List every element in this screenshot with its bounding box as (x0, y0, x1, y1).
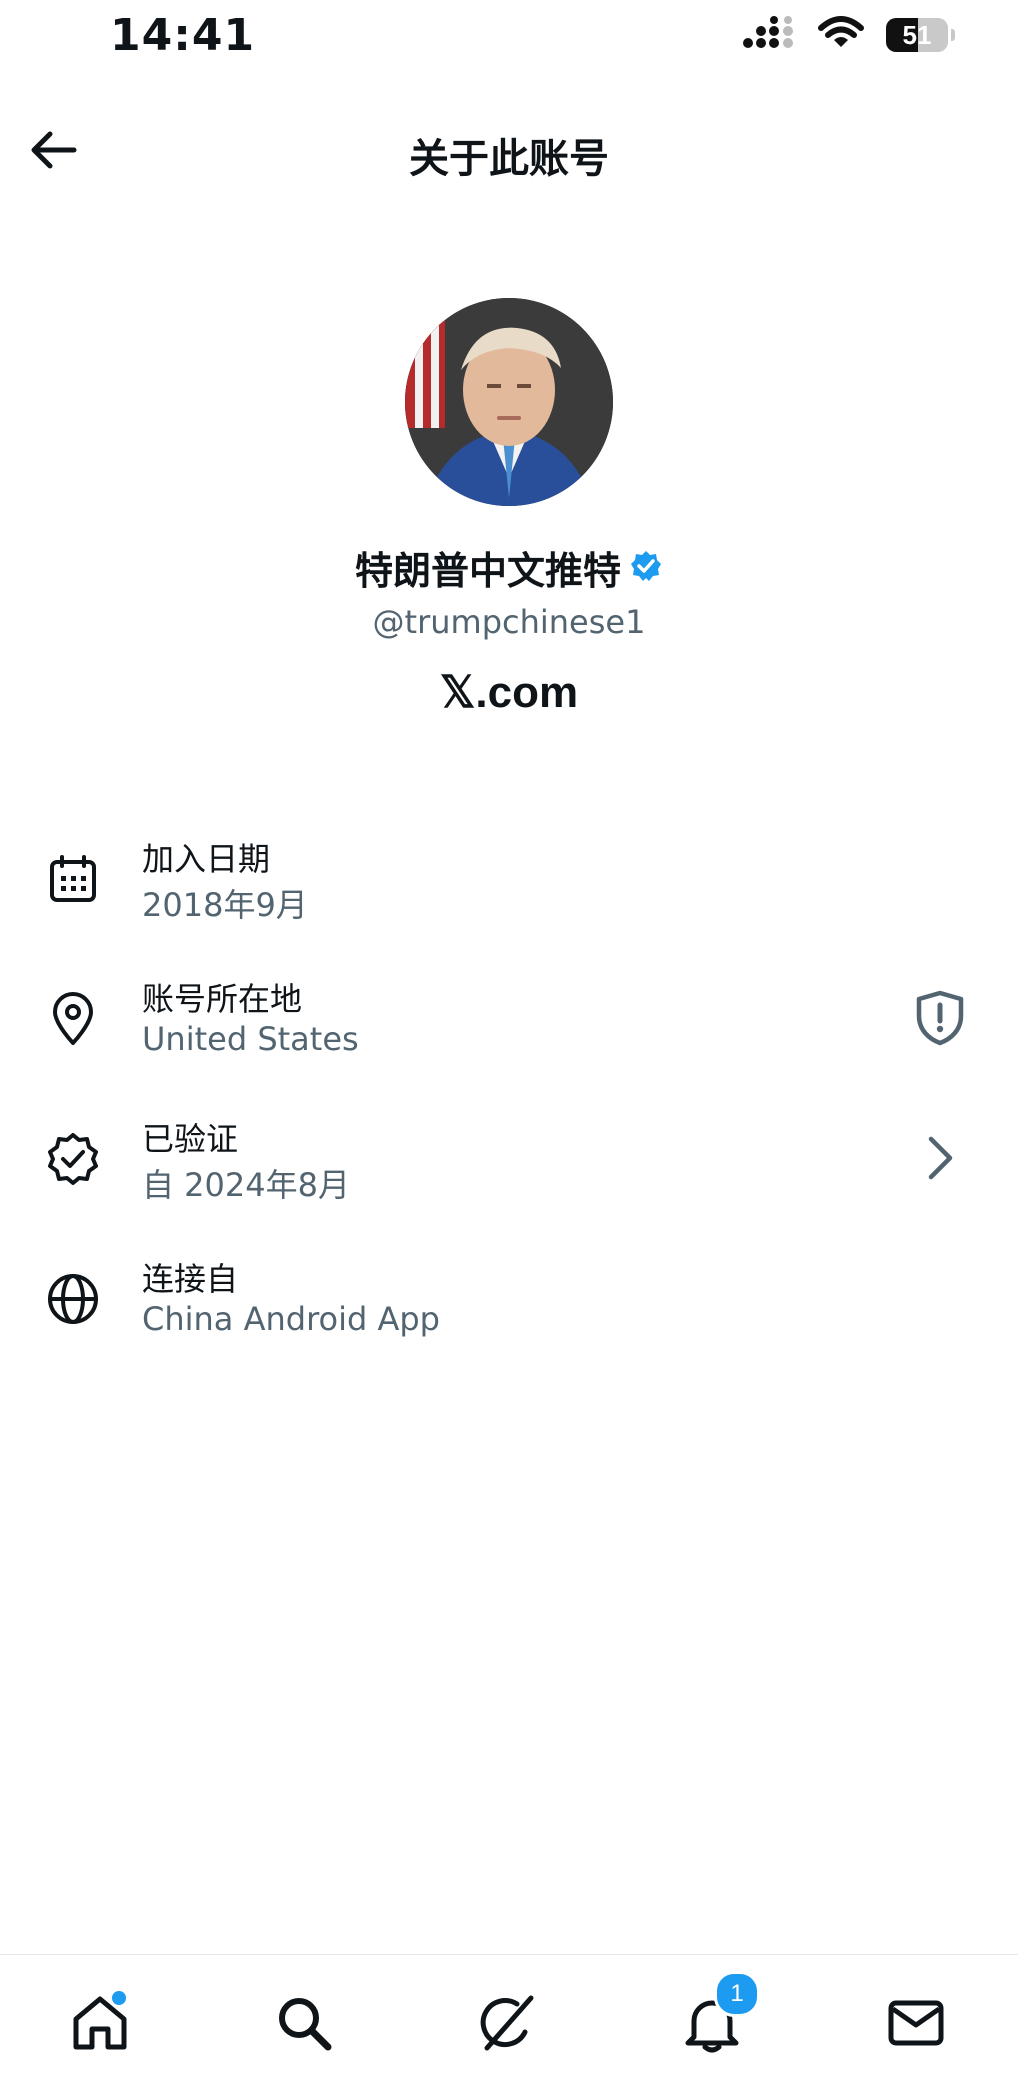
nav-home[interactable] (64, 1989, 136, 2061)
nav-notifications[interactable]: 1 (676, 1971, 760, 2061)
battery-level: 51 (902, 19, 932, 50)
status-icons: 51 (742, 16, 955, 54)
info-label: 账号所在地 (142, 980, 303, 1018)
grok-icon (477, 1992, 539, 2058)
nav-grok[interactable] (472, 1989, 544, 2061)
info-item-account-location: 账号所在地 United States (0, 960, 1018, 1100)
verified-badge-icon[interactable] (629, 549, 663, 587)
wifi-icon (818, 16, 864, 54)
avatar[interactable] (405, 298, 613, 506)
search-icon (274, 1993, 334, 2057)
nav-search[interactable] (268, 1989, 340, 2061)
info-item-verified[interactable]: 已验证 自 2024年8月 (0, 1100, 1018, 1240)
info-value: 自 2024年8月 (142, 1166, 350, 1204)
info-value: China Android App (142, 1300, 440, 1338)
notifications-badge: 1 (714, 1971, 760, 2017)
status-time: 14:41 (110, 10, 256, 61)
info-value: United States (142, 1020, 359, 1058)
battery-indicator: 51 (886, 18, 955, 52)
location-pin-icon (44, 990, 102, 1048)
account-info-list: 加入日期 2018年9月 账号所在地 United States 已验证 自 2… (0, 820, 1018, 1380)
profile-section: 特朗普中文推特 @trumpchinese1 𝕏.com (0, 298, 1018, 718)
display-name: 特朗普中文推特 (354, 549, 621, 593)
mail-icon (886, 1995, 946, 2055)
verified-badge-icon (44, 1130, 102, 1188)
info-value: 2018年9月 (142, 886, 308, 924)
site-label: 𝕏.com (439, 668, 579, 717)
status-bar: 14:41 51 (0, 0, 1018, 80)
bottom-nav: 1 (0, 1954, 1018, 2093)
page-title: 关于此账号 (409, 136, 609, 182)
shield-alert-icon[interactable] (910, 988, 970, 1048)
handle: @trumpchinese1 (372, 603, 646, 641)
signal-icon (742, 16, 796, 54)
globe-icon (44, 1270, 102, 1328)
info-item-connected-via: 连接自 China Android App (0, 1240, 1018, 1380)
top-bar: 关于此账号 (0, 110, 1018, 190)
battery-tip (951, 29, 955, 41)
new-content-dot (110, 1989, 128, 2007)
chevron-right-icon[interactable] (910, 1128, 970, 1188)
calendar-icon (44, 850, 102, 908)
info-item-join-date: 加入日期 2018年9月 (0, 820, 1018, 960)
info-label: 已验证 (142, 1120, 239, 1158)
display-name-row: 特朗普中文推特 (0, 540, 1018, 595)
nav-messages[interactable] (880, 1989, 952, 2061)
info-label: 连接自 (142, 1260, 239, 1298)
info-label: 加入日期 (142, 840, 271, 878)
